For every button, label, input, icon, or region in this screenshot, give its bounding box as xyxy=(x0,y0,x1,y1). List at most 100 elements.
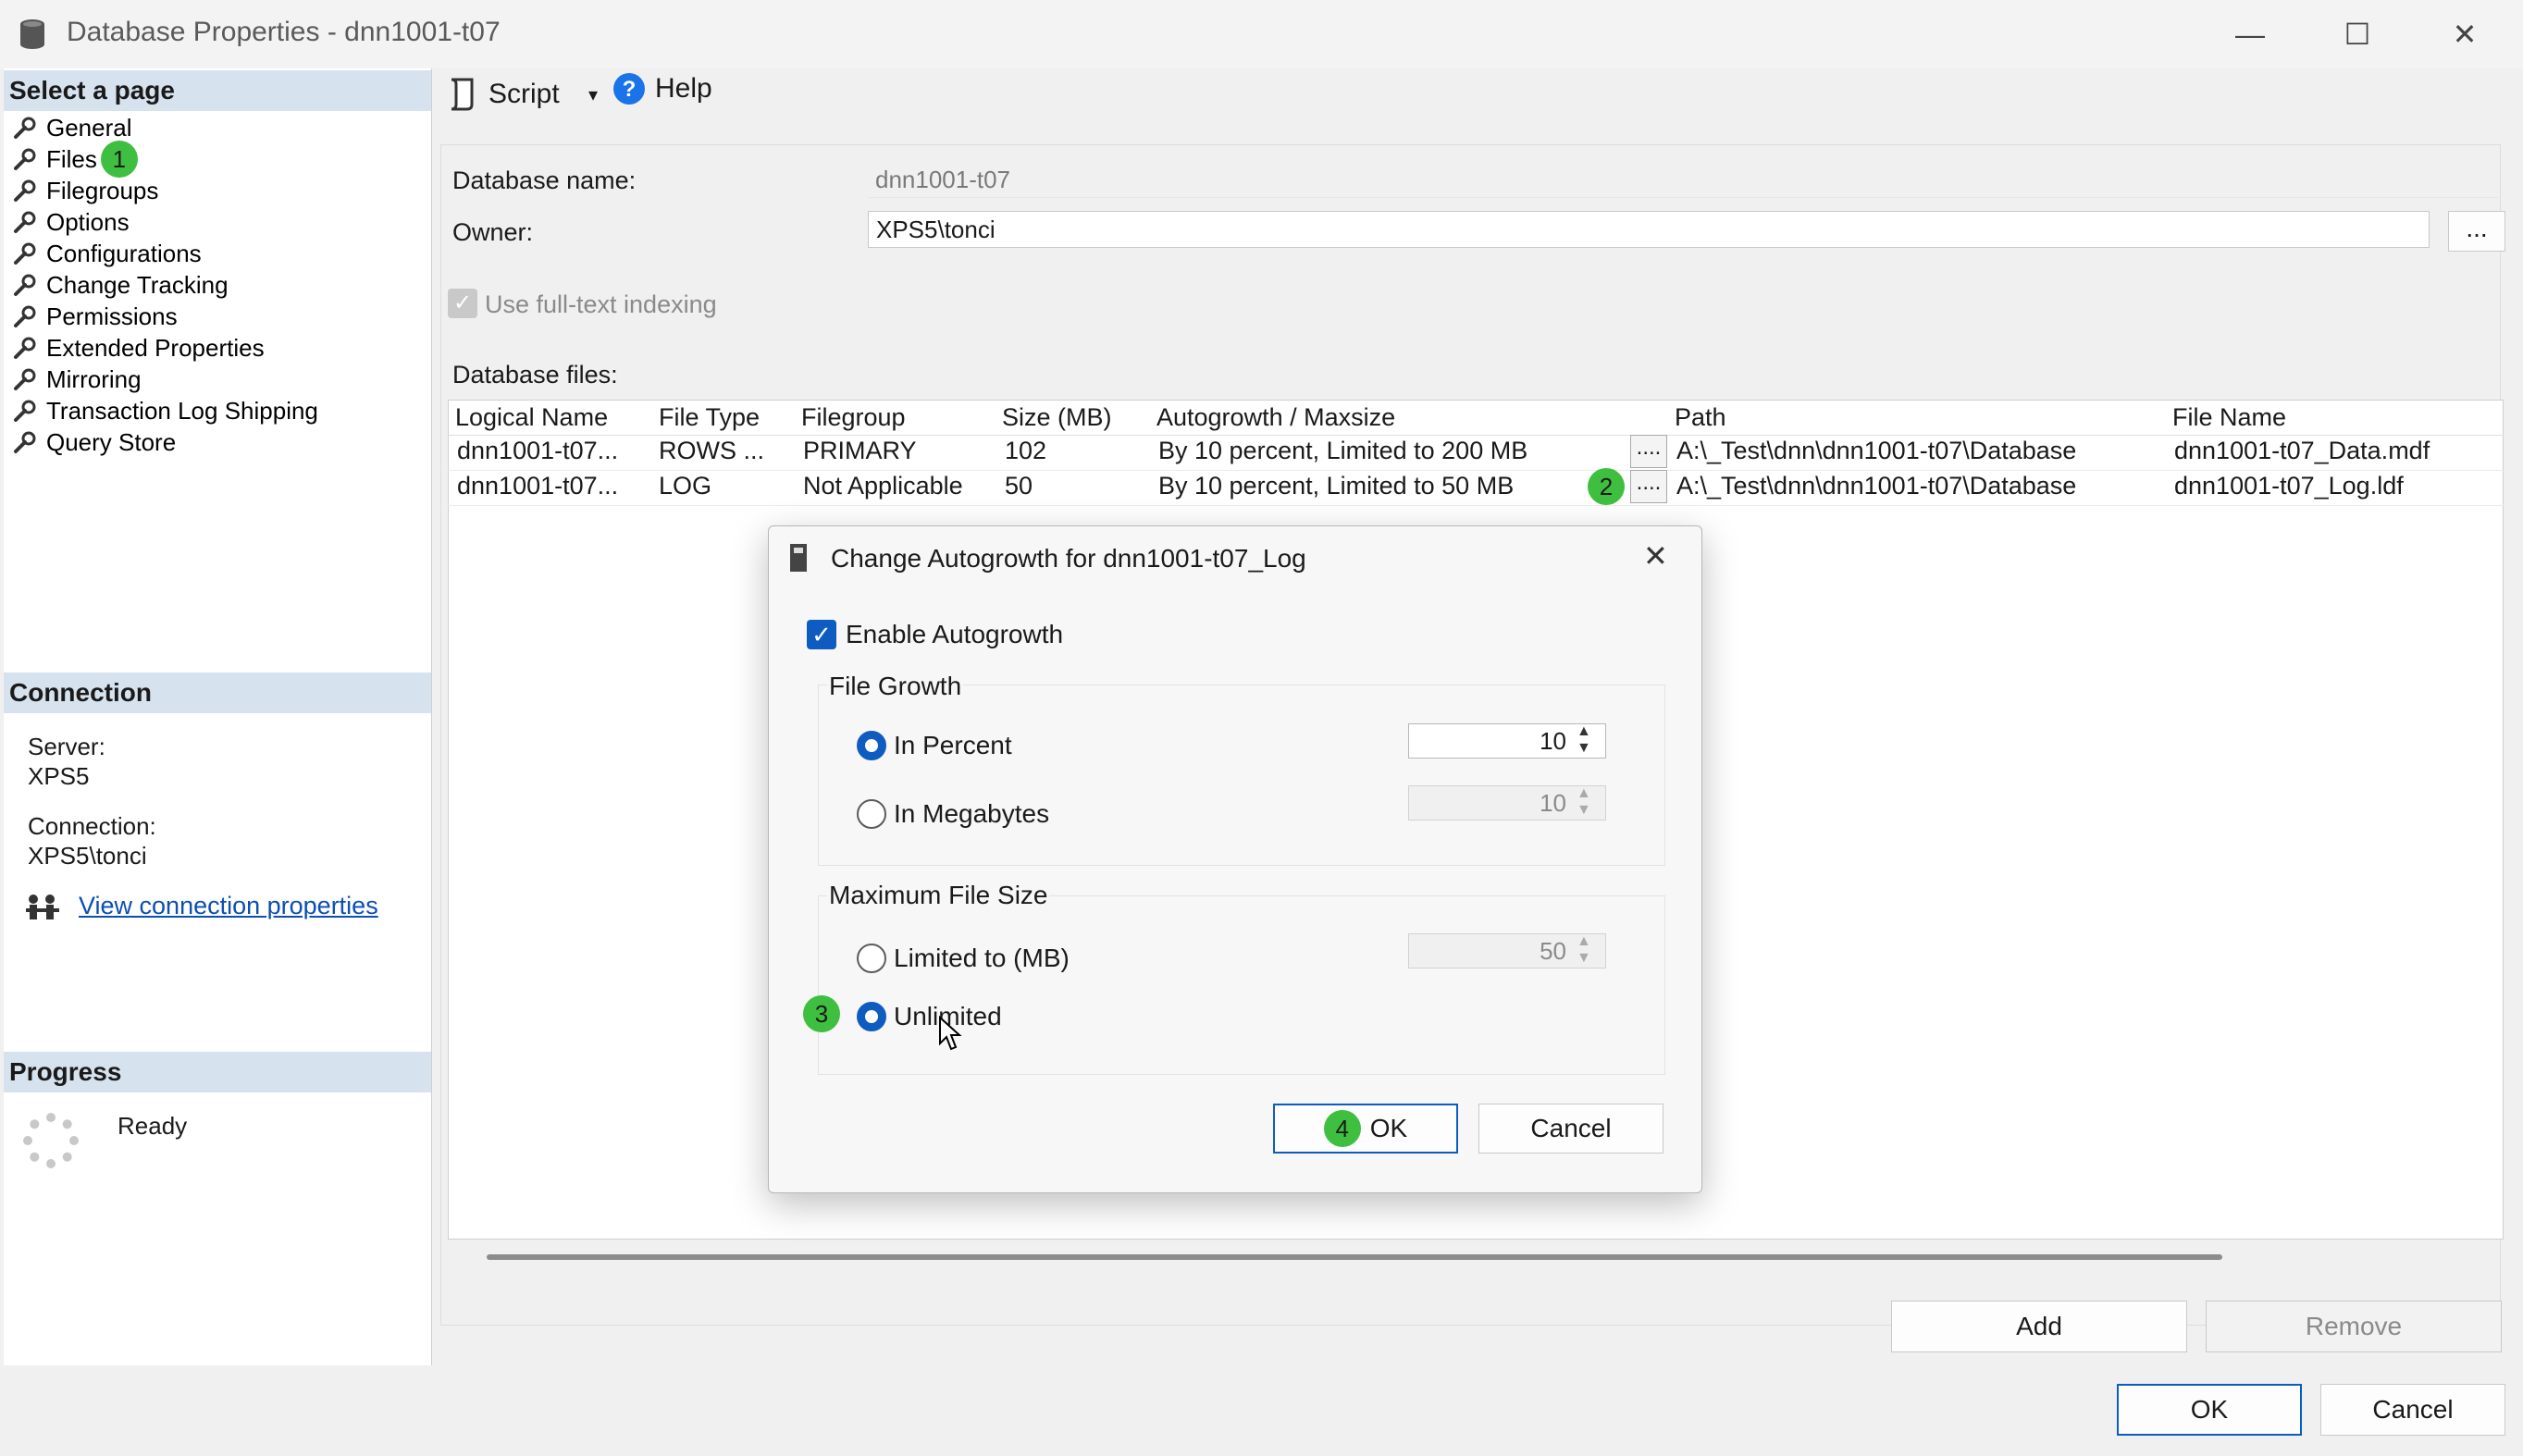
column-header-file-name[interactable]: File Name xyxy=(2172,400,2286,435)
cell-size[interactable]: 102 xyxy=(1005,433,1046,468)
progress-spinner-icon xyxy=(23,1113,79,1168)
help-button[interactable]: ? Help xyxy=(612,72,712,105)
cancel-button[interactable]: Cancel xyxy=(2320,1384,2505,1436)
progress-header: Progress xyxy=(4,1052,431,1092)
window-title: Database Properties - dnn1001-t07 xyxy=(67,17,501,47)
column-header-size[interactable]: Size (MB) xyxy=(1002,400,1112,435)
wrench-icon xyxy=(14,211,36,233)
autogrowth-edit-button[interactable]: .... xyxy=(1630,470,1667,503)
dialog-ok-button[interactable]: 4 OK xyxy=(1273,1104,1458,1154)
cell-path[interactable]: A:\_Test\dnn\dnn1001-t07\Database xyxy=(1676,468,2076,503)
page-item-label: Transaction Log Shipping xyxy=(46,397,318,425)
page-item-permissions[interactable]: Permissions xyxy=(13,301,178,332)
page-item-query-store[interactable]: Query Store xyxy=(13,426,176,458)
column-header-path[interactable]: Path xyxy=(1675,400,1726,435)
step-badge: 3 xyxy=(803,995,840,1032)
horizontal-scrollbar[interactable] xyxy=(487,1254,2222,1260)
wrench-icon xyxy=(14,242,36,265)
server-label: Server: xyxy=(28,733,105,760)
page-item-transaction-log-shipping[interactable]: Transaction Log Shipping xyxy=(13,395,318,426)
page-item-general[interactable]: General xyxy=(13,112,132,143)
column-header-logical-name[interactable]: Logical Name xyxy=(455,400,608,435)
script-dropdown-icon[interactable]: ▾ xyxy=(588,83,598,106)
page-item-label: Query Store xyxy=(46,428,177,456)
limited-label: Limited to (MB) xyxy=(894,944,1070,972)
progress-status: Ready xyxy=(117,1112,188,1140)
connection-value: XPS5\tonci xyxy=(28,842,147,870)
wrench-icon xyxy=(14,431,36,453)
in-megabytes-label: In Megabytes xyxy=(894,799,1050,828)
database-name-field: dnn1001-t07 xyxy=(868,161,2498,198)
page-item-label: Files xyxy=(46,145,97,173)
in-percent-radio[interactable] xyxy=(857,731,886,760)
cell-path[interactable]: A:\_Test\dnn\dnn1001-t07\Database xyxy=(1676,433,2076,468)
dialog-ok-label: OK xyxy=(1369,1114,1408,1142)
page-item-change-tracking[interactable]: Change Tracking xyxy=(13,269,229,301)
page-item-filegroups[interactable]: Filegroups xyxy=(13,175,158,206)
close-icon[interactable]: ✕ xyxy=(2428,9,2502,59)
cell-filegroup[interactable]: Not Applicable xyxy=(803,468,963,503)
page-item-label: General xyxy=(46,114,132,142)
cell-logical-name[interactable]: dnn1001-t07... xyxy=(457,433,618,468)
page-item-label: Mirroring xyxy=(46,365,142,393)
page-item-extended-properties[interactable]: Extended Properties xyxy=(13,332,265,364)
limited-radio[interactable] xyxy=(857,944,886,973)
select-page-header: Select a page xyxy=(4,70,431,111)
minimize-icon[interactable]: — xyxy=(2213,9,2287,59)
column-header-filegroup[interactable]: Filegroup xyxy=(801,400,906,435)
database-icon xyxy=(20,19,44,49)
script-button[interactable]: Script xyxy=(446,74,605,115)
cell-file-name[interactable]: dnn1001-t07_Log.ldf xyxy=(2174,468,2404,503)
column-header-autogrowth[interactable]: Autogrowth / Maxsize xyxy=(1156,400,1395,435)
autogrowth-edit-button[interactable]: .... xyxy=(1630,435,1667,468)
add-button[interactable]: Add xyxy=(1891,1301,2187,1352)
script-icon xyxy=(451,78,474,111)
owner-browse-button[interactable]: ... xyxy=(2448,211,2505,252)
cell-file-type[interactable]: ROWS ... xyxy=(659,433,764,468)
column-header-file-type[interactable]: File Type xyxy=(659,400,760,435)
cell-size[interactable]: 50 xyxy=(1005,468,1033,503)
in-percent-spin-arrows-icon[interactable]: ▲ ▼ xyxy=(1577,723,1591,757)
cell-filegroup[interactable]: PRIMARY xyxy=(803,433,917,468)
enable-autogrowth-checkbox[interactable]: ✓ xyxy=(807,620,836,649)
cell-file-type[interactable]: LOG xyxy=(659,468,711,503)
dialog-title: Change Autogrowth for dnn1001-t07_Log xyxy=(831,544,1306,573)
wrench-icon xyxy=(14,274,36,296)
wrench-icon xyxy=(14,368,36,390)
cell-autogrowth[interactable]: By 10 percent, Limited to 200 MB xyxy=(1158,433,1527,468)
help-icon: ? xyxy=(613,73,645,105)
cell-logical-name[interactable]: dnn1001-t07... xyxy=(457,468,618,503)
owner-field[interactable]: XPS5\tonci xyxy=(868,211,2430,248)
max-file-size-header: Maximum File Size xyxy=(827,881,1050,910)
cell-autogrowth[interactable]: By 10 percent, Limited to 50 MB xyxy=(1158,468,1514,503)
limited-spin-arrows-icon[interactable]: ▲ ▼ xyxy=(1577,933,1591,967)
file-growth-header: File Growth xyxy=(827,672,964,701)
in-megabytes-radio[interactable] xyxy=(857,799,886,829)
maximize-icon[interactable]: ☐ xyxy=(2320,9,2394,59)
step-badge: 4 xyxy=(1323,1110,1361,1147)
in-percent-label: In Percent xyxy=(894,731,1012,759)
page-item-files[interactable]: Files 1 xyxy=(13,141,138,178)
fulltext-checkbox[interactable]: ✓ xyxy=(448,289,477,318)
page-item-options[interactable]: Options xyxy=(13,206,130,238)
ok-button[interactable]: OK xyxy=(2117,1384,2302,1436)
unlimited-radio[interactable] xyxy=(857,1002,886,1031)
page-item-mirroring[interactable]: Mirroring xyxy=(13,364,142,395)
database-files-label: Database files: xyxy=(452,361,618,389)
connection-label: Connection: xyxy=(28,812,156,840)
row-divider xyxy=(448,505,2504,506)
in-megabytes-spin-arrows-icon[interactable]: ▲ ▼ xyxy=(1577,785,1591,819)
page-item-label: Filegroups xyxy=(46,177,159,204)
help-label: Help xyxy=(655,73,712,104)
cell-file-name[interactable]: dnn1001-t07_Data.mdf xyxy=(2174,433,2430,468)
dialog-file-icon xyxy=(790,544,807,572)
view-connection-properties-link[interactable]: View connection properties xyxy=(79,892,378,920)
page-item-configurations[interactable]: Configurations xyxy=(13,238,202,269)
wrench-icon xyxy=(14,400,36,422)
step-badge: 2 xyxy=(1588,468,1625,505)
connection-properties-icon xyxy=(26,895,59,919)
dialog-close-icon[interactable]: ✕ xyxy=(1643,538,1668,574)
page-item-label: Permissions xyxy=(46,302,178,330)
remove-button[interactable]: Remove xyxy=(2206,1301,2502,1352)
dialog-cancel-button[interactable]: Cancel xyxy=(1478,1104,1663,1154)
